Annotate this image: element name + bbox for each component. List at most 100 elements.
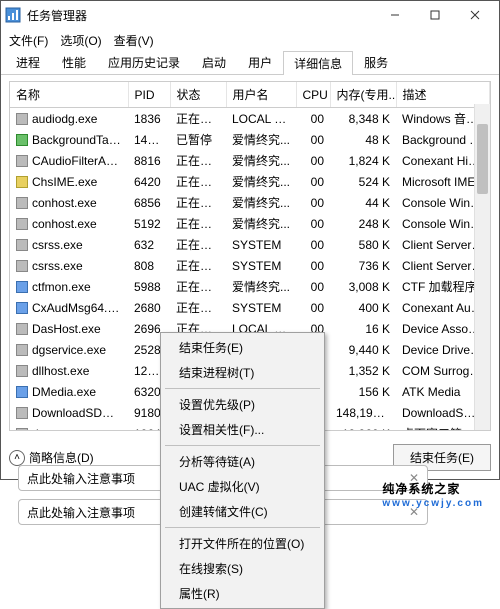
maximize-button[interactable]: [415, 1, 455, 29]
process-icon: [16, 260, 28, 272]
cell: LOCAL SE...: [226, 108, 296, 130]
table-row[interactable]: ChsIME.exe6420正在运行爱情终究...00524 KMicrosof…: [10, 171, 490, 192]
close-button[interactable]: [455, 1, 495, 29]
cell: 正在运行: [170, 108, 226, 130]
process-icon: [16, 197, 28, 209]
tab-5[interactable]: 详细信息: [283, 51, 353, 75]
column-header[interactable]: 内存(专用...: [330, 82, 396, 108]
cell: 2680: [128, 297, 170, 318]
tab-1[interactable]: 性能: [51, 50, 97, 74]
tab-6[interactable]: 服务: [353, 50, 399, 74]
process-icon: [16, 302, 28, 314]
context-menu-item[interactable]: 创建转储文件(C): [161, 499, 324, 524]
context-menu-item[interactable]: 属性(R): [161, 581, 324, 606]
tab-4[interactable]: 用户: [237, 50, 283, 74]
table-row[interactable]: audiodg.exe1836正在运行LOCAL SE...008,348 KW…: [10, 108, 490, 130]
cell: SYSTEM: [226, 255, 296, 276]
scroll-thumb[interactable]: [477, 124, 488, 194]
context-menu-item[interactable]: 在线搜索(S): [161, 556, 324, 581]
cell: 1,352 K: [330, 360, 396, 381]
cell: 5988: [128, 276, 170, 297]
cell: 6856: [128, 192, 170, 213]
cell: dgservice.exe: [10, 339, 128, 360]
process-icon: [16, 386, 28, 398]
menu-item[interactable]: 查看(V): [114, 32, 154, 49]
table-row[interactable]: csrss.exe808正在运行SYSTEM00736 KClient Serv…: [10, 255, 490, 276]
column-header[interactable]: 用户名: [226, 82, 296, 108]
cell: 9,440 K: [330, 339, 396, 360]
process-icon: [16, 365, 28, 377]
tab-0[interactable]: 进程: [5, 50, 51, 74]
cell: 3,008 K: [330, 276, 396, 297]
table-row[interactable]: conhost.exe5192正在运行爱情终究...00248 KConsole…: [10, 213, 490, 234]
cell: 00: [296, 213, 330, 234]
cell: CxAudMsg64.exe: [10, 297, 128, 318]
context-menu-item[interactable]: 结束进程树(T): [161, 360, 324, 385]
tab-2[interactable]: 应用历史记录: [97, 50, 191, 74]
context-menu-item[interactable]: 设置相关性(F)...: [161, 417, 324, 442]
context-menu-item[interactable]: UAC 虚拟化(V): [161, 474, 324, 499]
cell: csrss.exe: [10, 234, 128, 255]
cell: SYSTEM: [226, 297, 296, 318]
cell: BackgroundTaskH...: [10, 129, 128, 150]
vertical-scrollbar[interactable]: [474, 104, 490, 430]
cell: 正在运行: [170, 192, 226, 213]
cell: 48 K: [330, 129, 396, 150]
cell: csrss.exe: [10, 255, 128, 276]
process-icon: [16, 239, 28, 251]
cell: 00: [296, 234, 330, 255]
tab-3[interactable]: 启动: [191, 50, 237, 74]
cell: 00: [296, 276, 330, 297]
column-header[interactable]: 状态: [170, 82, 226, 108]
cell: 正在运行: [170, 255, 226, 276]
cell: 00: [296, 150, 330, 171]
table-row[interactable]: conhost.exe6856正在运行爱情终究...0044 KConsole …: [10, 192, 490, 213]
cell: 400 K: [330, 297, 396, 318]
menubar: 文件(F) 选项(O) 查看(V): [1, 29, 499, 51]
cell: 00: [296, 255, 330, 276]
table-row[interactable]: csrss.exe632正在运行SYSTEM00580 KClient Serv…: [10, 234, 490, 255]
menu-item[interactable]: 文件(F): [9, 32, 48, 49]
cell: 00: [296, 129, 330, 150]
cell: 580 K: [330, 234, 396, 255]
placeholder-text: 点此处输入注意事项: [27, 470, 135, 487]
cell: 爱情终究...: [226, 213, 296, 234]
tab-strip: 进程性能应用历史记录启动用户详细信息服务: [1, 51, 499, 75]
process-icon: [16, 407, 28, 419]
cell: 524 K: [330, 171, 396, 192]
process-icon: [16, 218, 28, 230]
cell: 00: [296, 171, 330, 192]
table-row[interactable]: ctfmon.exe5988正在运行爱情终究...003,008 KCTF 加载…: [10, 276, 490, 297]
context-menu-item[interactable]: 设置优先级(P): [161, 392, 324, 417]
cell: ChsIME.exe: [10, 171, 128, 192]
column-header[interactable]: 名称: [10, 82, 128, 108]
cell: CAudioFilterAgent...: [10, 150, 128, 171]
placeholder-text: 点此处输入注意事项: [27, 504, 135, 521]
cell: 爱情终究...: [226, 150, 296, 171]
menu-item[interactable]: 选项(O): [60, 32, 101, 49]
context-menu-item[interactable]: 分析等待链(A): [161, 449, 324, 474]
column-header[interactable]: CPU: [296, 82, 330, 108]
table-row[interactable]: BackgroundTaskH...14440已暂停爱情终究...0048 KB…: [10, 129, 490, 150]
cell: ctfmon.exe: [10, 276, 128, 297]
cell: 正在运行: [170, 297, 226, 318]
cell: 736 K: [330, 255, 396, 276]
cell: 00: [296, 297, 330, 318]
context-menu-item[interactable]: 打开文件所在的位置(O): [161, 531, 324, 556]
cell: conhost.exe: [10, 213, 128, 234]
app-icon: [5, 7, 21, 23]
cell: SYSTEM: [226, 234, 296, 255]
window-title: 任务管理器: [27, 7, 375, 24]
cell: audiodg.exe: [10, 108, 128, 130]
cell: DMedia.exe: [10, 381, 128, 402]
table-row[interactable]: CxAudMsg64.exe2680正在运行SYSTEM00400 KConex…: [10, 297, 490, 318]
cell: 156 K: [330, 381, 396, 402]
cell: 248 K: [330, 213, 396, 234]
cell: DasHost.exe: [10, 318, 128, 339]
cell: 6420: [128, 171, 170, 192]
minimize-button[interactable]: [375, 1, 415, 29]
column-header[interactable]: PID: [128, 82, 170, 108]
context-menu-item[interactable]: 结束任务(E): [161, 335, 324, 360]
titlebar: 任务管理器: [1, 1, 499, 29]
table-row[interactable]: CAudioFilterAgent...8816正在运行爱情终究...001,8…: [10, 150, 490, 171]
